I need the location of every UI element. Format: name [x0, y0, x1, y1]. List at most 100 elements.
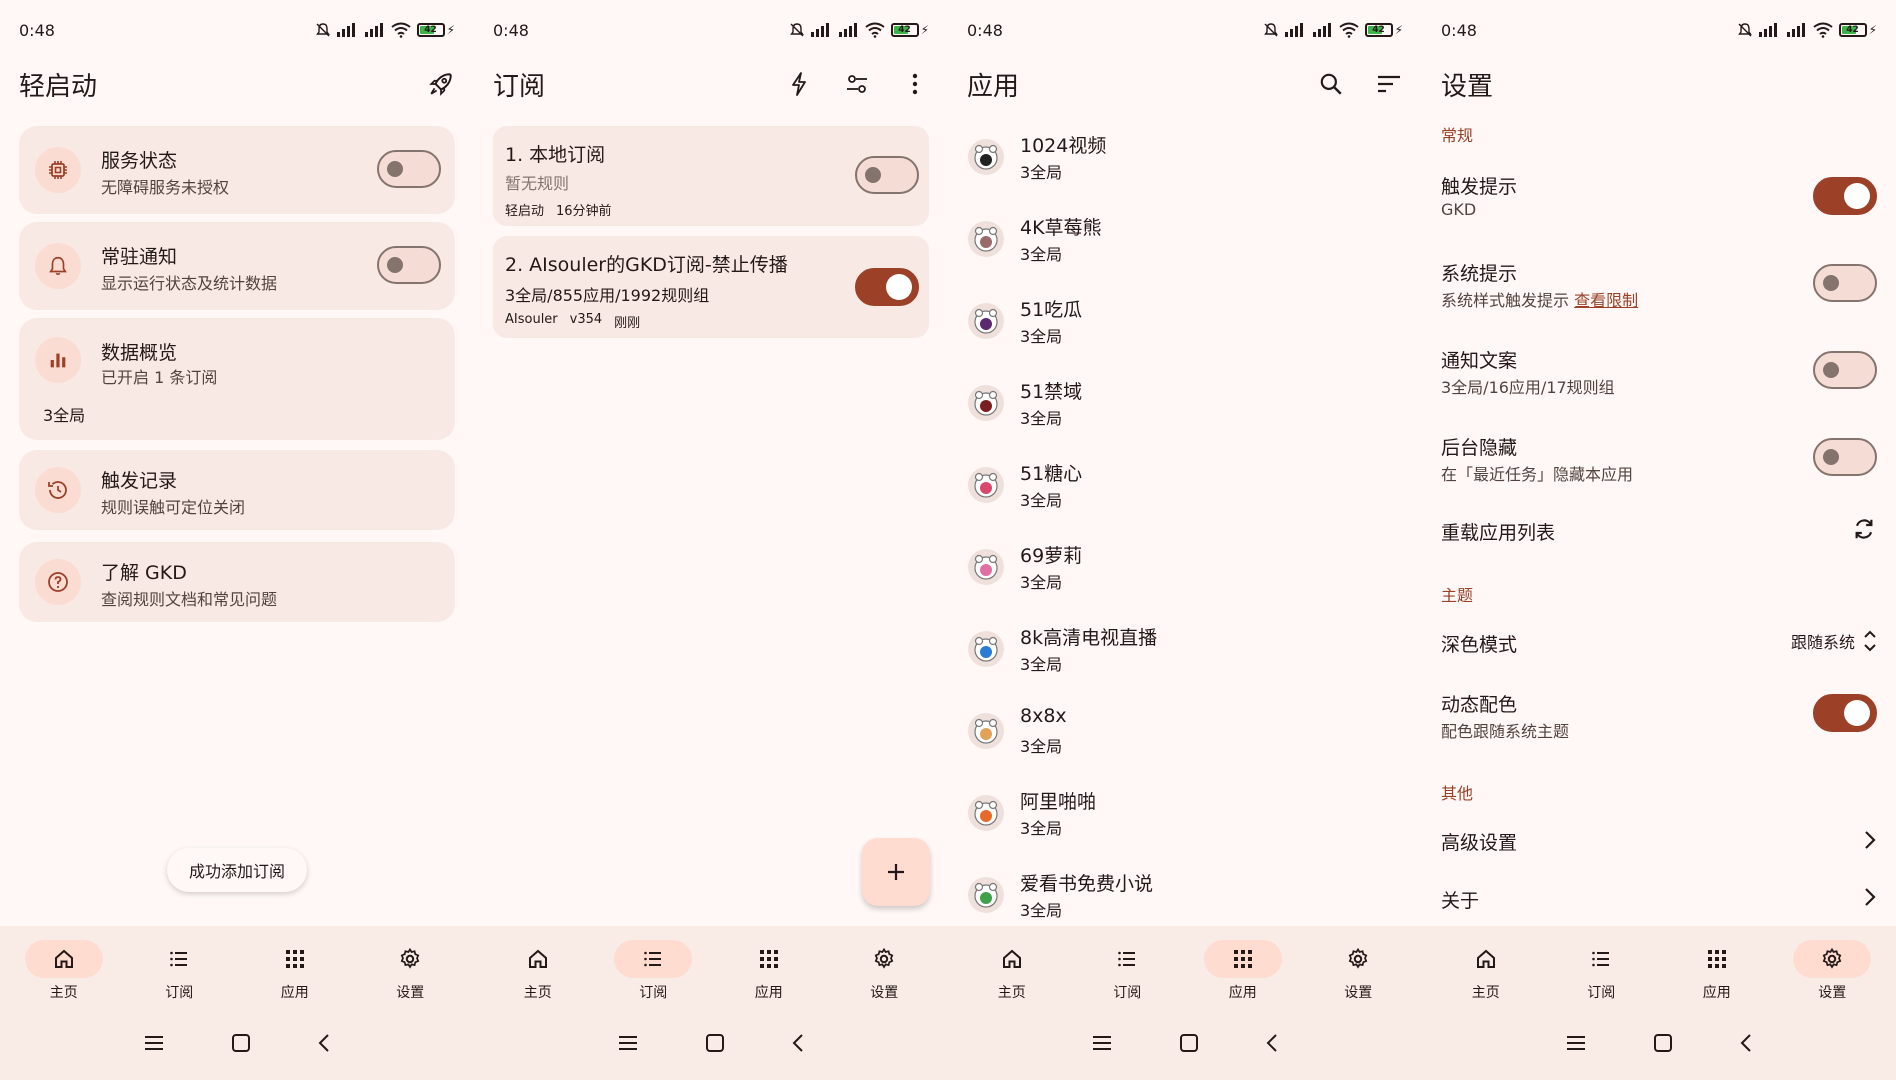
bottom-nav: 主页 订阅 应用 设置 [0, 926, 474, 1006]
app-list-item[interactable]: 4K草莓熊 3全局 [948, 203, 1422, 285]
back-icon[interactable] [1739, 1033, 1753, 1053]
home-screen: 0:48 42 ⚡ 轻启动 服务状态 无障碍服务未授权 常驻通知 显示运行状态及统… [0, 0, 474, 1080]
nav-apps[interactable]: 应用 [1667, 926, 1767, 1006]
mute-bell-icon [315, 23, 330, 37]
dark-mode-select[interactable]: 跟随系统 [1791, 628, 1877, 654]
subscription-author: 轻启动 [505, 204, 545, 219]
home-square-icon[interactable] [1653, 1033, 1673, 1053]
sort-icon[interactable] [1375, 70, 1403, 98]
home-square-icon[interactable] [705, 1033, 725, 1053]
nav-subs[interactable]: 订阅 [1551, 926, 1651, 1006]
view-limits-link[interactable]: 查看限制 [1574, 291, 1638, 310]
gear-icon [874, 947, 894, 969]
subscription-title: 2. AIsouler的GKD订阅-禁止传播 [505, 254, 788, 276]
nav-home[interactable]: 主页 [1436, 926, 1536, 1006]
setting-title: 深色模式 [1441, 634, 1518, 656]
home-square-icon[interactable] [1179, 1033, 1199, 1053]
home-icon [1002, 949, 1021, 968]
subscription-toggle[interactable] [855, 156, 919, 194]
app-list-item[interactable]: 51禁域 3全局 [948, 367, 1422, 449]
nav-home[interactable]: 主页 [962, 926, 1062, 1006]
status-bar: 0:48 42 ⚡ [967, 18, 1403, 42]
app-list-item[interactable]: 1024视频 3全局 [948, 121, 1422, 203]
dynamic-color-toggle[interactable] [1813, 694, 1877, 732]
menu-icon[interactable] [1565, 1034, 1587, 1052]
nav-apps[interactable]: 应用 [245, 926, 345, 1006]
section-general: 常规 [1441, 126, 1474, 145]
notification-toggle[interactable] [377, 246, 441, 284]
service-status-card[interactable]: 服务状态 无障碍服务未授权 [19, 126, 455, 214]
subscription-version: v354 [569, 312, 603, 327]
list-icon [1118, 951, 1136, 967]
card-subtitle: 规则误触可定位关闭 [101, 498, 246, 517]
nav-settings[interactable]: 设置 [834, 926, 934, 1006]
section-theme: 主题 [1441, 586, 1474, 605]
persistent-notification-card[interactable]: 常驻通知 显示运行状态及统计数据 [19, 222, 455, 310]
nav-subs[interactable]: 订阅 [129, 926, 229, 1006]
flash-icon[interactable] [785, 70, 813, 98]
menu-icon[interactable] [1091, 1034, 1113, 1052]
subscriptions-screen: 0:48 42 ⚡ 订阅 1. 本地订阅 暂无规则 轻启动 16分钟前 2. AI… [474, 0, 948, 1080]
nav-settings[interactable]: 设置 [1308, 926, 1408, 1006]
status-bar: 0:48 42 ⚡ [19, 18, 455, 42]
nav-apps[interactable]: 应用 [1193, 926, 1293, 1006]
bg-hide-toggle[interactable] [1813, 438, 1877, 476]
about-gkd-card[interactable]: 了解 GKD 查阅规则文档和常见问题 [19, 542, 455, 622]
status-time: 0:48 [1441, 20, 1477, 40]
nav-settings[interactable]: 设置 [360, 926, 460, 1006]
app-list-item[interactable]: 8k高清电视直播 3全局 [948, 613, 1422, 695]
nav-subs[interactable]: 订阅 [603, 926, 703, 1006]
add-subscription-button[interactable] [862, 838, 930, 906]
trigger-tip-toggle[interactable] [1813, 177, 1877, 215]
nav-subs[interactable]: 订阅 [1077, 926, 1177, 1006]
signal-icon [1284, 23, 1303, 37]
settings-screen: 0:48 42 ⚡ 设置 常规 触发提示 GKD 系统提示 系统样式触发提示 查看… [1422, 0, 1896, 1080]
status-time: 0:48 [19, 20, 55, 40]
nav-home[interactable]: 主页 [488, 926, 588, 1006]
app-name: 69萝莉 [1020, 545, 1083, 567]
app-icon [968, 303, 1004, 339]
app-list-item[interactable]: 51糖心 3全局 [948, 449, 1422, 531]
service-toggle[interactable] [377, 150, 441, 188]
system-nav [1422, 1006, 1896, 1080]
subscription-summary: 3全局/855应用/1992规则组 [505, 286, 710, 305]
nav-home[interactable]: 主页 [14, 926, 114, 1006]
page-title: 轻启动 [19, 71, 98, 102]
signal-icon [810, 23, 829, 37]
battery-icon: 42 ⚡ [1364, 23, 1403, 37]
signal-icon-2 [1786, 23, 1805, 37]
notify-text-toggle[interactable] [1813, 351, 1877, 389]
global-rule-count: 3全局 [43, 406, 86, 425]
battery-icon: 42 ⚡ [1838, 23, 1877, 37]
subscription-item[interactable]: 1. 本地订阅 暂无规则 轻启动 16分钟前 [493, 126, 929, 226]
rocket-icon[interactable] [427, 70, 455, 98]
home-square-icon[interactable] [231, 1033, 251, 1053]
app-icon [968, 713, 1004, 749]
tune-icon[interactable] [843, 70, 871, 98]
menu-icon[interactable] [617, 1034, 639, 1052]
list-icon [1592, 951, 1610, 967]
chevron-right-icon [1865, 831, 1876, 849]
card-subtitle: 无障碍服务未授权 [101, 178, 230, 197]
refresh-icon[interactable] [1851, 516, 1877, 542]
menu-icon[interactable] [143, 1034, 165, 1052]
app-icon [968, 549, 1004, 585]
search-icon[interactable] [1317, 70, 1345, 98]
back-icon[interactable] [1265, 1033, 1279, 1053]
back-icon[interactable] [791, 1033, 805, 1053]
app-list-item[interactable]: 阿里啪啪 3全局 [948, 777, 1422, 859]
nav-settings[interactable]: 设置 [1782, 926, 1882, 1006]
more-vert-icon[interactable] [901, 70, 929, 98]
app-rule-summary: 3全局 [1020, 163, 1063, 182]
system-tip-toggle[interactable] [1813, 264, 1877, 302]
app-list-item[interactable]: 8x8x 3全局 [948, 695, 1422, 777]
nav-apps[interactable]: 应用 [719, 926, 819, 1006]
subscription-toggle[interactable] [855, 268, 919, 306]
app-list-item[interactable]: 69萝莉 3全局 [948, 531, 1422, 613]
subscription-item[interactable]: 2. AIsouler的GKD订阅-禁止传播 3全局/855应用/1992规则组… [493, 236, 929, 338]
data-overview-card[interactable]: 数据概览 已开启 1 条订阅 3全局 [19, 318, 455, 440]
back-icon[interactable] [317, 1033, 331, 1053]
app-list-item[interactable]: 51吃瓜 3全局 [948, 285, 1422, 367]
signal-icon [1758, 23, 1777, 37]
trigger-log-card[interactable]: 触发记录 规则误触可定位关闭 [19, 450, 455, 530]
